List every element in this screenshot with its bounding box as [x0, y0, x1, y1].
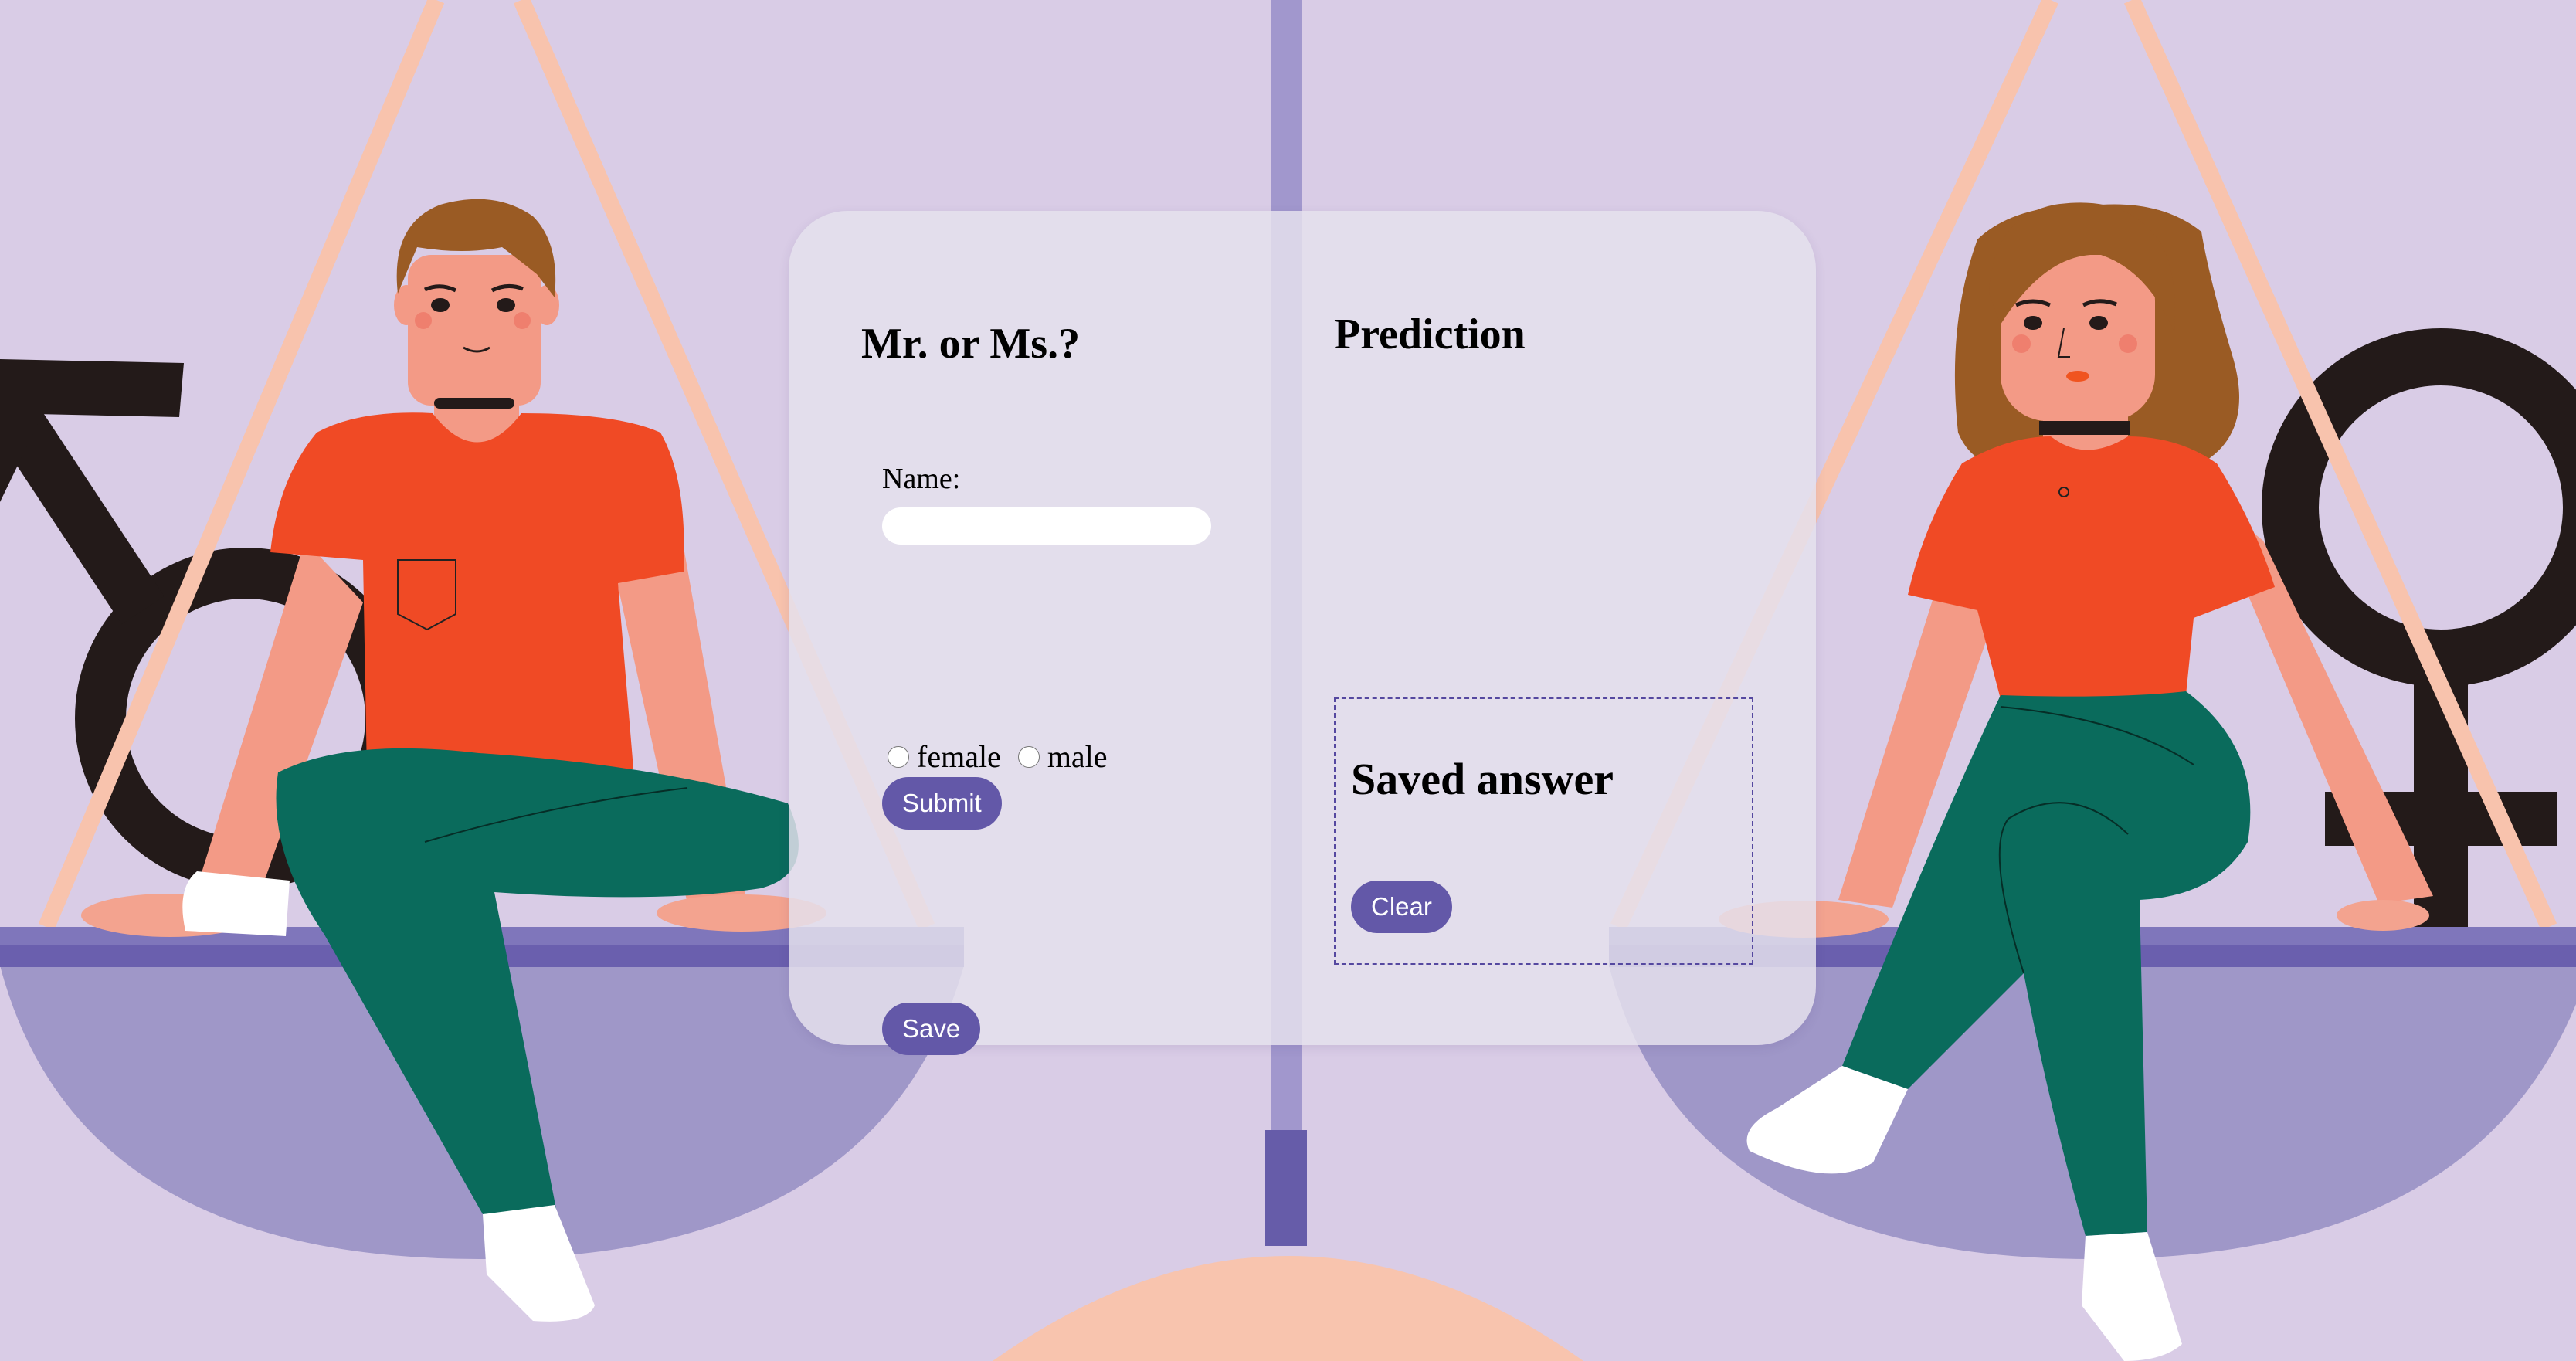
save-button[interactable]: Save [882, 1003, 981, 1055]
name-input[interactable] [882, 507, 1211, 545]
submit-button[interactable]: Submit [882, 777, 1002, 830]
male-radio[interactable] [1017, 745, 1040, 768]
form-card: Mr. or Ms.? Name: Submit female male Sav… [789, 211, 1816, 1055]
scale-fulcrum [993, 1256, 1583, 1361]
gender-radio-group: female male [888, 738, 1125, 775]
male-radio-label: male [1047, 739, 1108, 774]
saved-answer-title: Saved answer [1351, 754, 1614, 804]
clear-button[interactable]: Clear [1351, 881, 1452, 933]
name-label: Name: [882, 463, 961, 495]
prediction-title: Prediction [1334, 311, 1526, 358]
radio-option-female[interactable]: female [888, 738, 1001, 775]
scale-pole-base [1265, 1130, 1307, 1246]
saved-answer-box: Saved answer Clear [1334, 697, 1753, 965]
radio-option-male[interactable]: male [1017, 738, 1108, 775]
female-radio-label: female [917, 739, 1001, 774]
female-radio[interactable] [888, 745, 909, 768]
left-panel-title: Mr. or Ms.? [861, 320, 1081, 368]
